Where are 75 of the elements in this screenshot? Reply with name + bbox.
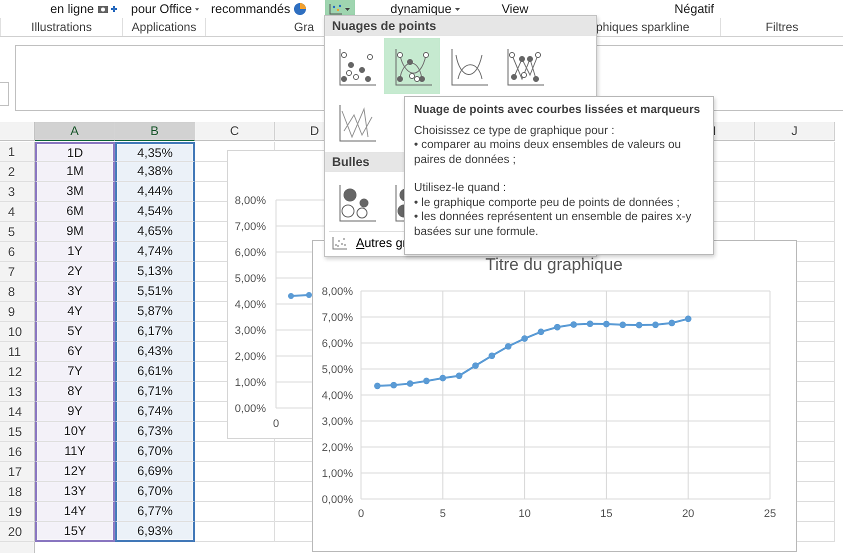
table-cell: 6,71%	[115, 382, 195, 402]
table-cell: 13Y	[35, 482, 115, 502]
tooltip-text: Choisissez ce type de graphique pour :	[414, 124, 616, 138]
axis-tick-label: 2,00%	[234, 351, 266, 363]
ribbon-group-label: Illustrations	[0, 18, 122, 36]
axis-tick-label: 1,00%	[234, 377, 266, 389]
table-cell: 6,77%	[115, 502, 195, 522]
axis-tick-label: 10	[518, 508, 531, 520]
table-cell: 4,65%	[115, 222, 195, 242]
axis-tick-label: 8,00%	[234, 195, 266, 207]
ribbon-group-label: Applications	[122, 18, 205, 36]
axis-tick-label: 7,00%	[234, 221, 266, 233]
table-cell: 7Y	[35, 362, 115, 382]
axis-tick-label: 3,00%	[322, 416, 353, 428]
axis-tick-label: 4,00%	[234, 299, 266, 311]
axis-tick-label: 4,00%	[322, 390, 353, 402]
table-cell: 8Y	[35, 382, 115, 402]
table-cell: 5,87%	[115, 302, 195, 322]
axis-tick-label: 20	[682, 508, 694, 520]
chart-title: Titre du graphique	[485, 255, 623, 274]
axis-tick-label: 6,00%	[322, 338, 353, 350]
table-cell: 12Y	[35, 462, 115, 482]
table-cell: 6,61%	[115, 362, 195, 382]
axis-tick-label: 15	[600, 508, 613, 520]
menu-section-title: Nuages de points	[325, 16, 596, 36]
tooltip-text: • le graphique comporte peu de points de données ;	[414, 196, 681, 210]
table-cell: 6,17%	[115, 322, 195, 342]
axis-tick-label: 5,00%	[234, 273, 266, 285]
table-cell: 1M	[35, 162, 115, 182]
axis-tick-label: 3,00%	[234, 325, 266, 337]
table-cell: 1D	[35, 142, 115, 162]
table-cell: 4,74%	[115, 242, 195, 262]
table-cell: 4,44%	[115, 182, 195, 202]
table-cell: 3M	[35, 182, 115, 202]
axis-tick-label: 5,00%	[322, 364, 353, 376]
table-cell: 2Y	[35, 262, 115, 282]
tooltip-text: Utilisez-le quand :	[414, 181, 508, 196]
axis-tick-label: 6,00%	[234, 247, 266, 259]
table-cell: 11Y	[35, 442, 115, 462]
axis-tick-label: 0,00%	[234, 403, 266, 415]
table-cell: 6,69%	[115, 462, 195, 482]
axis-tick-label: 1,00%	[322, 468, 353, 480]
axis-tick-label: 0	[358, 508, 364, 520]
table-cell: 15Y	[35, 522, 115, 542]
axis-tick-label: 7,00%	[322, 312, 353, 324]
table-cell: 14Y	[35, 502, 115, 522]
table-cell: 6,70%	[115, 442, 195, 462]
table-cell: 5Y	[35, 322, 115, 342]
table-cell: 3Y	[35, 282, 115, 302]
table-cell: 4Y	[35, 302, 115, 322]
table-cell: 9M	[35, 222, 115, 242]
table-cell: 1Y	[35, 242, 115, 262]
axis-tick-label: 2,00%	[322, 442, 353, 454]
axis-tick-label: 5	[440, 508, 446, 520]
table-cell: 6Y	[35, 342, 115, 362]
table-cell: 9Y	[35, 402, 115, 422]
tooltip-text: • les données représentent un ensemble de paires x-y basées sur une formule.	[414, 210, 692, 239]
table-cell: 10Y	[35, 422, 115, 442]
table-cell: 6,93%	[115, 522, 195, 542]
axis-tick-label: 25	[764, 508, 776, 520]
table-cell: 6,73%	[115, 422, 195, 442]
table-cell: 6M	[35, 202, 115, 222]
table-cell: 6,43%	[115, 342, 195, 362]
table-cell: 6,70%	[115, 482, 195, 502]
table-cell: 4,38%	[115, 162, 195, 182]
table-cell: 6,74%	[115, 402, 195, 422]
ribbon-group-label: Filtres	[720, 18, 843, 36]
axis-tick-label: 8,00%	[322, 286, 353, 298]
axis-tick-label: 0	[272, 418, 280, 430]
table-cell: 4,54%	[115, 202, 195, 222]
axis-tick-label: 0,00%	[322, 494, 353, 506]
table-cell: 5,13%	[115, 262, 195, 282]
table-cell: 5,51%	[115, 282, 195, 302]
table-cell: 4,35%	[115, 142, 195, 162]
tooltip-title: Nuage de points avec courbes lissées et marqueurs	[414, 103, 702, 118]
